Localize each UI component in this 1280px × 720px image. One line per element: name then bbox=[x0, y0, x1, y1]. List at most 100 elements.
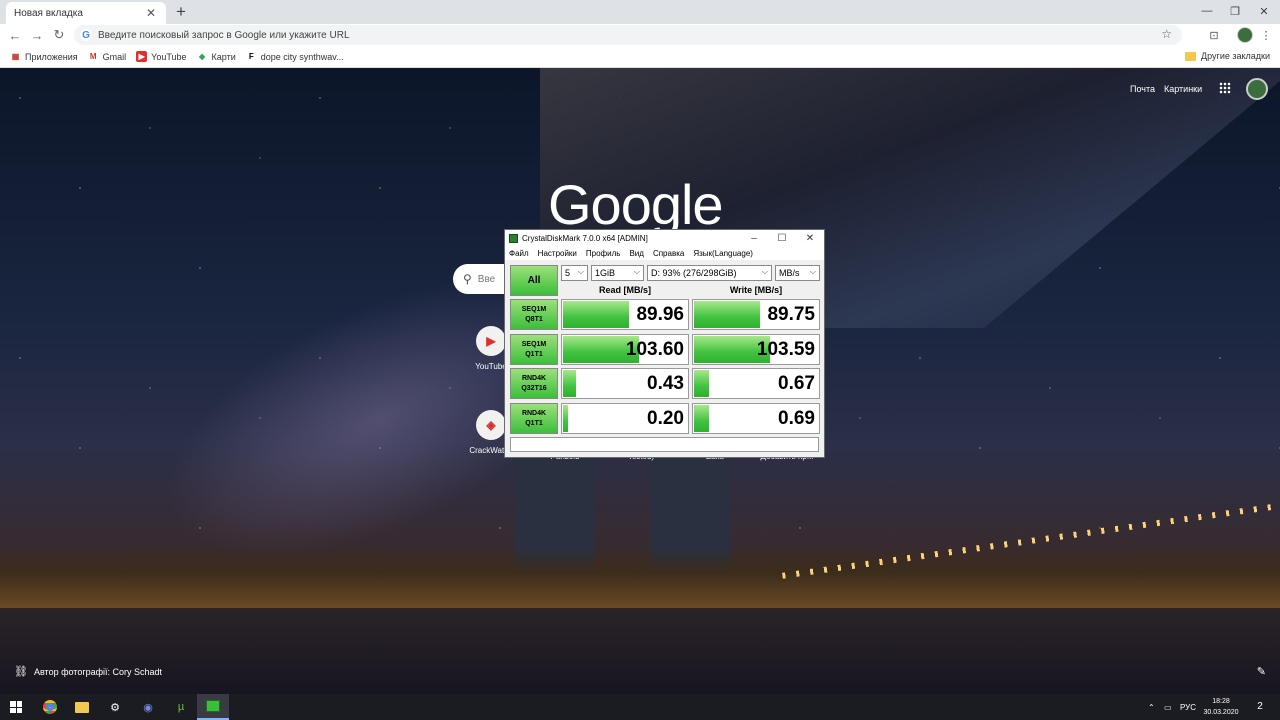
search-icon: ⚲ bbox=[463, 272, 472, 286]
minimize-icon[interactable]: — bbox=[1193, 0, 1221, 22]
close-tab-icon[interactable]: ✕ bbox=[144, 6, 158, 20]
bookmark-label: YouTube bbox=[151, 51, 187, 62]
test-button-rnd4k-q32t16[interactable]: RND4K Q32T16 bbox=[510, 368, 558, 399]
taskbar-discord[interactable]: ◉ bbox=[132, 694, 164, 720]
menu-language[interactable]: Язык(Language) bbox=[693, 249, 753, 258]
bookmark-dope-city[interactable]: F dope city synthwav... bbox=[246, 51, 344, 62]
crystaldiskmark-app-icon bbox=[206, 700, 220, 712]
crystaldiskmark-app-icon bbox=[509, 233, 518, 243]
youtube-icon: ▶ bbox=[136, 51, 148, 62]
photo-credit[interactable]: ⛓ Автор фотографії: Cory Schadt bbox=[14, 665, 162, 678]
taskbar-explorer[interactable] bbox=[66, 694, 98, 720]
customize-pencil-icon[interactable]: ✎ bbox=[1257, 665, 1266, 678]
bookmark-favicon-icon: F bbox=[248, 52, 254, 61]
write-result-value: 0.67 bbox=[778, 372, 815, 394]
test-params: Q8T1 bbox=[525, 315, 543, 323]
menu-view[interactable]: Вид bbox=[629, 249, 643, 258]
write-result-cell: 0.69 bbox=[692, 403, 820, 434]
tray-overflow-icon[interactable]: ⌃ bbox=[1148, 694, 1155, 720]
bookmark-gmail[interactable]: M Gmail bbox=[88, 51, 127, 62]
chevron-down-icon: ⌵ bbox=[809, 267, 816, 276]
tab-title: Новая вкладка bbox=[14, 7, 83, 19]
omnibox[interactable]: G Введите поисковый запрос в Google или … bbox=[74, 25, 1182, 45]
language-indicator[interactable]: РУС bbox=[1180, 694, 1196, 720]
google-g-icon: G bbox=[80, 29, 92, 41]
minimize-icon[interactable]: – bbox=[740, 233, 768, 244]
comment-field[interactable] bbox=[510, 437, 819, 452]
chevron-down-icon: ⌵ bbox=[761, 267, 768, 276]
read-result-value: 0.43 bbox=[647, 372, 684, 394]
mail-link[interactable]: Почта bbox=[1130, 84, 1155, 94]
google-logo: Google bbox=[548, 173, 724, 236]
unit-select[interactable]: MB/s ⌵ bbox=[775, 265, 820, 281]
restore-icon[interactable]: ❐ bbox=[1221, 0, 1249, 22]
write-result-value: 103.59 bbox=[756, 338, 815, 360]
forward-arrow-icon[interactable]: → bbox=[28, 26, 46, 44]
taskbar-chrome[interactable] bbox=[34, 694, 66, 720]
menu-profile[interactable]: Профиль bbox=[586, 249, 621, 258]
taskbar-steam[interactable]: ⚙ bbox=[99, 694, 131, 720]
apps-grid-icon: ▦ bbox=[11, 52, 20, 61]
other-bookmarks[interactable]: Другие закладки bbox=[1185, 51, 1270, 61]
bookmark-star-icon[interactable]: ☆ bbox=[1161, 27, 1172, 41]
crystaldiskmark-window: CrystalDiskMark 7.0.0 x64 [ADMIN] – ☐ ✕ … bbox=[504, 229, 825, 458]
unit-value: MB/s bbox=[779, 268, 800, 278]
omnibox-placeholder: Введите поисковый запрос в Google или ук… bbox=[98, 29, 350, 41]
read-result-bar bbox=[563, 370, 576, 397]
maximize-icon[interactable]: ☐ bbox=[768, 233, 796, 244]
tab-new-tab[interactable]: Новая вкладка ✕ bbox=[6, 2, 166, 24]
write-result-cell: 0.67 bbox=[692, 368, 820, 399]
test-count-select[interactable]: 5 ⌵ bbox=[561, 265, 588, 281]
menu-help[interactable]: Справка bbox=[653, 249, 684, 258]
drive-select[interactable]: D: 93% (276/298GiB) ⌵ bbox=[647, 265, 772, 281]
clock[interactable]: 18:28 30.03.2020 bbox=[1195, 696, 1247, 718]
taskbar-utorrent[interactable]: µ bbox=[165, 694, 197, 720]
read-result-cell: 0.20 bbox=[561, 403, 689, 434]
bookmark-youtube[interactable]: ▶ YouTube bbox=[136, 51, 187, 62]
chevron-down-icon: ⌵ bbox=[633, 267, 640, 276]
taskbar-crystaldiskmark[interactable] bbox=[197, 694, 229, 720]
folder-icon bbox=[75, 701, 89, 713]
bookmark-label: Gmail bbox=[102, 51, 127, 62]
read-column-header: Read [MB/s] bbox=[598, 285, 651, 295]
test-name: RND4K bbox=[521, 409, 547, 417]
notifications-icon[interactable]: 2 bbox=[1252, 698, 1268, 714]
write-column-header: Write [MB/s] bbox=[729, 285, 783, 295]
test-button-rnd4k-q1t1[interactable]: RND4K Q1T1 bbox=[510, 403, 558, 434]
test-params: Q32T16 bbox=[521, 384, 547, 392]
read-result-bar bbox=[563, 405, 569, 432]
google-apps-icon[interactable] bbox=[1219, 82, 1231, 94]
read-result-cell: 0.43 bbox=[561, 368, 689, 399]
network-icon[interactable]: ▭ bbox=[1164, 694, 1172, 720]
images-link[interactable]: Картинки bbox=[1164, 84, 1202, 94]
read-result-value: 0.20 bbox=[647, 407, 684, 429]
read-result-value: 103.60 bbox=[625, 338, 684, 360]
extension-icon[interactable]: ⊡ bbox=[1206, 27, 1222, 43]
menu-settings[interactable]: Настройки bbox=[538, 249, 577, 258]
read-result-cell: 89.96 bbox=[561, 299, 689, 330]
test-button-seq1m-q8t1[interactable]: SEQ1M Q8T1 bbox=[510, 299, 558, 330]
drive-value: D: 93% (276/298GiB) bbox=[651, 268, 737, 278]
cdm-menu-bar: Файл Настройки Профиль Вид Справка Язык(… bbox=[505, 246, 824, 260]
background-water bbox=[0, 608, 1280, 694]
start-button[interactable] bbox=[0, 694, 32, 720]
cdm-title-bar[interactable]: CrystalDiskMark 7.0.0 x64 [ADMIN] – ☐ ✕ bbox=[505, 230, 824, 246]
test-button-seq1m-q1t1[interactable]: SEQ1M Q1T1 bbox=[510, 334, 558, 365]
link-icon: ⛓ bbox=[14, 666, 28, 678]
test-size-select[interactable]: 1GiB ⌵ bbox=[591, 265, 644, 281]
reload-icon[interactable]: ↻ bbox=[50, 26, 68, 44]
close-icon[interactable]: ✕ bbox=[796, 233, 824, 244]
account-avatar[interactable] bbox=[1246, 78, 1268, 100]
menu-dots-icon[interactable]: ⋮ bbox=[1258, 27, 1274, 43]
test-count-value: 5 bbox=[565, 268, 571, 278]
bookmark-maps[interactable]: ◆ Карти bbox=[197, 51, 236, 62]
read-result-value: 89.96 bbox=[636, 303, 684, 325]
run-all-button[interactable]: All bbox=[510, 265, 558, 296]
new-tab-button[interactable]: + bbox=[172, 2, 190, 22]
close-window-icon[interactable]: ✕ bbox=[1250, 0, 1278, 22]
profile-avatar[interactable] bbox=[1237, 27, 1253, 43]
bookmark-apps[interactable]: ▦ Приложения bbox=[10, 51, 78, 62]
back-arrow-icon[interactable]: ← bbox=[6, 26, 24, 44]
test-name: RND4K bbox=[521, 374, 547, 382]
menu-file[interactable]: Файл bbox=[509, 249, 529, 258]
